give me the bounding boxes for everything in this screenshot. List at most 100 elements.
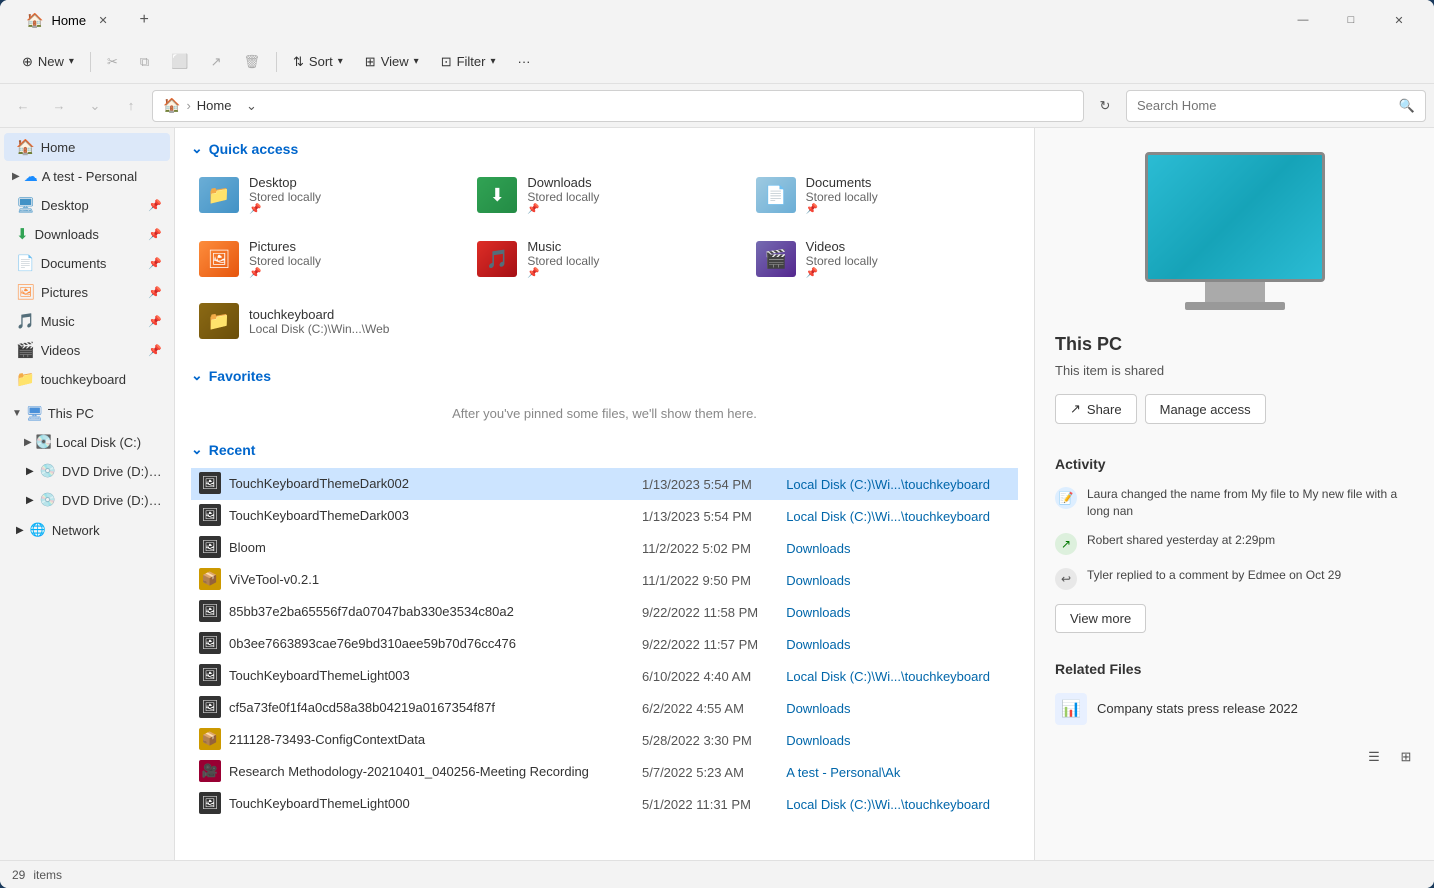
- recent-header[interactable]: ⌄ Recent: [191, 441, 1018, 458]
- sidebar-item-atest[interactable]: ▶ ☁ A test - Personal: [4, 162, 170, 190]
- favorites-empty: After you've pinned some files, we'll sh…: [191, 394, 1018, 441]
- quick-access-header[interactable]: ⌄ Quick access: [191, 140, 1018, 157]
- refresh-button[interactable]: ↻: [1090, 91, 1120, 121]
- address-dropdown-button[interactable]: ⌄: [237, 91, 265, 121]
- recent-row[interactable]: 🖼 TouchKeyboardThemeDark003 1/13/2023 5:…: [191, 500, 1018, 532]
- window-controls: — □ ✕: [1280, 4, 1422, 36]
- favorites-header[interactable]: ⌄ Favorites: [191, 367, 1018, 384]
- maximize-button[interactable]: □: [1328, 4, 1374, 36]
- recent-item-location: Downloads: [778, 692, 1018, 724]
- activity-item: ↩ Tyler replied to a comment by Edmee on…: [1035, 561, 1434, 596]
- sidebar-item-home[interactable]: 🏠 Home: [4, 133, 170, 161]
- sidebar-item-music[interactable]: 🎵 Music 📌: [4, 307, 170, 335]
- sidebar-localdisk[interactable]: ▶ 💽 Local Disk (C:): [4, 428, 170, 456]
- more-button[interactable]: ···: [508, 46, 541, 78]
- sidebar-item-downloads[interactable]: ⬇ Downloads 📌: [4, 220, 170, 248]
- recent-item-name: TouchKeyboardThemeLight003: [229, 668, 410, 683]
- qa-downloads[interactable]: ⬇ Downloads Stored locally 📌: [469, 167, 739, 223]
- manage-access-button[interactable]: Manage access: [1145, 394, 1266, 424]
- recent-item-name: 85bb37e2ba65556f7da07047bab330e3534c80a2: [229, 604, 514, 619]
- items-count: 29: [12, 868, 25, 882]
- sidebar-this-pc[interactable]: ▼ 🖥 This PC: [4, 399, 170, 427]
- music-pin: 📌: [148, 315, 162, 328]
- search-box[interactable]: 🔍: [1126, 90, 1426, 122]
- delete-button[interactable]: 🗑: [234, 46, 271, 78]
- sidebar-item-videos[interactable]: 🎬 Videos 📌: [4, 336, 170, 364]
- sidebar-dvd-ccc[interactable]: ▶ 💿 DVD Drive (D:) CCC: [4, 486, 170, 514]
- minimize-button[interactable]: —: [1280, 4, 1326, 36]
- sidebar-item-desktop[interactable]: 🖥 Desktop 📌: [4, 191, 170, 219]
- view-more-button[interactable]: View more: [1055, 604, 1146, 633]
- recent-row[interactable]: 🖼 TouchKeyboardThemeLight000 5/1/2022 11…: [191, 788, 1018, 820]
- recent-item-location: Downloads: [778, 564, 1018, 596]
- paste-button[interactable]: ⬜: [161, 46, 198, 78]
- recent-row-name: 🖼 85bb37e2ba65556f7da07047bab330e3534c80…: [191, 596, 634, 626]
- items-label: items: [33, 868, 62, 882]
- grid-view-toggle[interactable]: ⊞: [1394, 745, 1418, 769]
- file-type-icon: 🖼: [199, 792, 221, 814]
- share-button[interactable]: ↗ Share: [1055, 394, 1137, 424]
- tab-close-button[interactable]: ✕: [94, 11, 112, 29]
- recent-row[interactable]: 📦 211128-73493-ConfigContextData 5/28/20…: [191, 724, 1018, 756]
- activity-item: ↗ Robert shared yesterday at 2:29pm: [1035, 526, 1434, 561]
- dvd-ccc-icon: 💿: [40, 492, 56, 508]
- status-bar: 29 items: [0, 860, 1434, 888]
- dvd-cc-icon: 💿: [40, 463, 56, 479]
- rp-subtitle: This item is shared: [1035, 363, 1434, 394]
- recent-row[interactable]: 🖼 Bloom 11/2/2022 5:02 PM Downloads: [191, 532, 1018, 564]
- sort-button[interactable]: ⇅ Sort ▾: [283, 46, 353, 78]
- recent-item-location: Downloads: [778, 596, 1018, 628]
- cut-icon: ✂: [107, 54, 118, 70]
- close-button[interactable]: ✕: [1376, 4, 1422, 36]
- sidebar-item-touchkeyboard[interactable]: 📁 touchkeyboard: [4, 365, 170, 393]
- recent-row[interactable]: 🖼 cf5a73fe0f1f4a0cd58a38b04219a0167354f8…: [191, 692, 1018, 724]
- view-button[interactable]: ⊞ View ▾: [355, 46, 429, 78]
- atest-cloud-icon: ☁: [24, 168, 38, 185]
- related-file-item[interactable]: 📊 Company stats press release 2022: [1035, 685, 1434, 733]
- sort-label: Sort: [309, 54, 333, 69]
- expand-button[interactable]: ⌄: [80, 91, 110, 121]
- recent-row[interactable]: 🖼 85bb37e2ba65556f7da07047bab330e3534c80…: [191, 596, 1018, 628]
- address-path[interactable]: 🏠 › Home ⌄: [152, 90, 1084, 122]
- new-button[interactable]: ⊕ New ▾: [12, 46, 84, 78]
- recent-row[interactable]: 🎥 Research Methodology-20210401_040256-M…: [191, 756, 1018, 788]
- forward-button[interactable]: →: [44, 91, 74, 121]
- file-type-icon: 📦: [199, 728, 221, 750]
- sidebar-localdisk-label: Local Disk (C:): [56, 435, 141, 450]
- qa-music[interactable]: 🎵 Music Stored locally 📌: [469, 231, 739, 287]
- file-type-icon: 🖼: [199, 696, 221, 718]
- paste-icon: ⬜: [171, 53, 188, 70]
- home-tab[interactable]: 🏠 Home ✕: [12, 4, 126, 36]
- new-tab-button[interactable]: +: [130, 6, 158, 34]
- copy-button[interactable]: ⧉: [130, 46, 159, 78]
- delete-icon: 🗑: [244, 54, 261, 70]
- sidebar-network[interactable]: ▶ 🌐 Network: [4, 516, 170, 544]
- sidebar-item-pictures[interactable]: 🖼 Pictures 📌: [4, 278, 170, 306]
- up-button[interactable]: ↑: [116, 91, 146, 121]
- desktop-icon: 🖥: [16, 196, 35, 214]
- recent-row[interactable]: 🖼 TouchKeyboardThemeDark002 1/13/2023 5:…: [191, 468, 1018, 500]
- recent-item-date: 1/13/2023 5:54 PM: [634, 500, 778, 532]
- recent-item-name: Bloom: [229, 540, 266, 555]
- qa-documents[interactable]: 📄 Documents Stored locally 📌: [748, 167, 1018, 223]
- qa-touchkeyboard[interactable]: 📁 touchkeyboard Local Disk (C:)\Win...\W…: [191, 295, 461, 347]
- desktop-folder-icon: 📁: [199, 177, 239, 213]
- search-input[interactable]: [1137, 98, 1393, 113]
- list-view-toggle[interactable]: ☰: [1362, 745, 1386, 769]
- sidebar-item-documents[interactable]: 📄 Documents 📌: [4, 249, 170, 277]
- qa-desktop[interactable]: 📁 Desktop Stored locally 📌: [191, 167, 461, 223]
- cut-button[interactable]: ✂: [97, 46, 128, 78]
- recent-row[interactable]: 🖼 0b3ee7663893cae76e9bd310aee59b70d76cc4…: [191, 628, 1018, 660]
- recent-row[interactable]: 🖼 TouchKeyboardThemeLight003 6/10/2022 4…: [191, 660, 1018, 692]
- qa-videos[interactable]: 🎬 Videos Stored locally 📌: [748, 231, 1018, 287]
- share-button[interactable]: ↗: [201, 46, 232, 78]
- monitor-screen: [1145, 152, 1325, 282]
- share-icon: ↗: [211, 54, 222, 70]
- monitor-icon: [1145, 152, 1325, 310]
- recent-row[interactable]: 📦 ViVeTool-v0.2.1 11/1/2022 9:50 PM Down…: [191, 564, 1018, 596]
- back-button[interactable]: ←: [8, 91, 38, 121]
- filter-button[interactable]: ⊡ Filter ▾: [431, 46, 506, 78]
- recent-item-name: TouchKeyboardThemeDark002: [229, 476, 409, 491]
- qa-pictures[interactable]: 🖼 Pictures Stored locally 📌: [191, 231, 461, 287]
- sidebar-dvd-cc[interactable]: ▶ 💿 DVD Drive (D:) CC: [4, 457, 170, 485]
